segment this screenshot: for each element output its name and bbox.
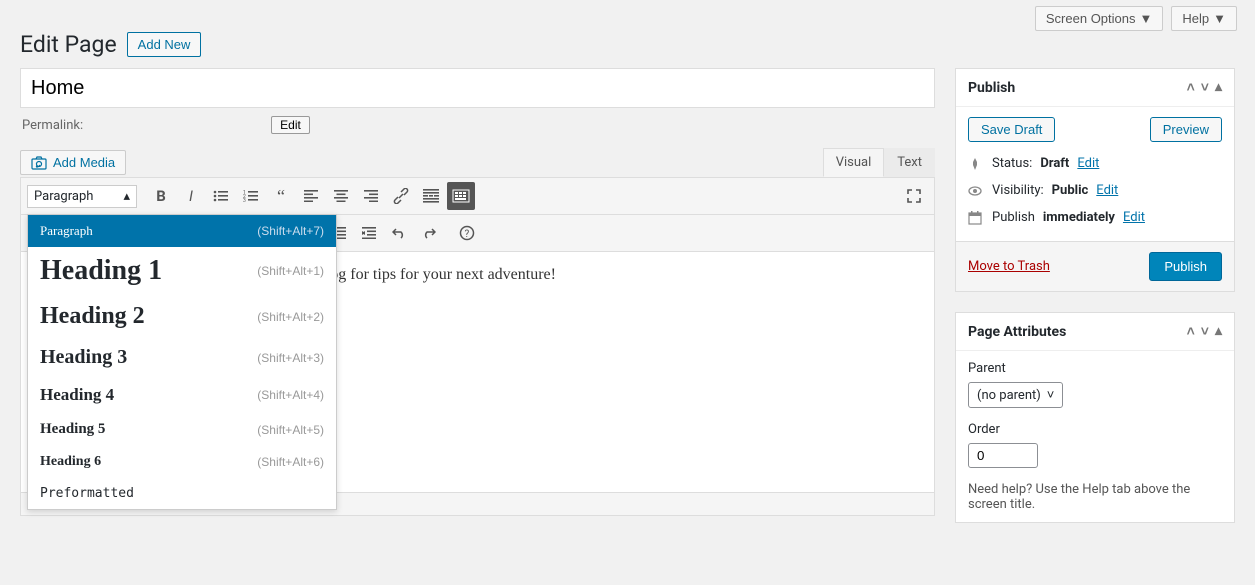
indent-button[interactable]: [355, 219, 383, 247]
undo-button[interactable]: [385, 219, 413, 247]
redo-button[interactable]: [415, 219, 443, 247]
format-option-heading-3[interactable]: Heading 3(Shift+Alt+3): [28, 338, 336, 377]
format-option-heading-1[interactable]: Heading 1(Shift+Alt+1): [28, 247, 336, 295]
keyboard-help-button[interactable]: ?: [453, 219, 481, 247]
align-right-button[interactable]: [357, 182, 385, 210]
add-new-button[interactable]: Add New: [127, 32, 202, 57]
status-edit-link[interactable]: Edit: [1077, 156, 1099, 171]
schedule-edit-link[interactable]: Edit: [1123, 210, 1145, 225]
parent-select[interactable]: (no parent) ˅: [968, 382, 1063, 408]
dropdown-icon: ▼: [1213, 11, 1226, 26]
format-option-heading-6[interactable]: Heading 6(Shift+Alt+6): [28, 446, 336, 478]
panel-up-icon[interactable]: ˄: [1187, 79, 1195, 96]
parent-label: Parent: [968, 361, 1222, 376]
panel-toggle-icon[interactable]: ▴: [1215, 79, 1222, 96]
permalink-label: Permalink:: [22, 118, 83, 133]
align-center-button[interactable]: [327, 182, 355, 210]
align-left-button[interactable]: [297, 182, 325, 210]
order-label: Order: [968, 422, 1222, 437]
move-to-trash-link[interactable]: Move to Trash: [968, 259, 1050, 274]
toolbar-toggle-button[interactable]: [447, 182, 475, 210]
tab-text[interactable]: Text: [884, 148, 935, 177]
panel-down-icon[interactable]: ˅: [1201, 79, 1209, 96]
format-dropdown[interactable]: Paragraph▴: [27, 185, 137, 208]
publish-panel-title: Publish: [968, 80, 1015, 96]
bold-button[interactable]: B: [147, 182, 175, 210]
calendar-icon: [968, 211, 984, 225]
read-more-button[interactable]: [417, 182, 445, 210]
panel-up-icon[interactable]: ˄: [1187, 323, 1195, 340]
format-option-heading-4[interactable]: Heading 4(Shift+Alt+4): [28, 377, 336, 413]
bullet-list-button[interactable]: [207, 182, 235, 210]
post-title-input[interactable]: [20, 68, 935, 108]
attributes-panel-title: Page Attributes: [968, 324, 1066, 340]
tab-visual[interactable]: Visual: [823, 148, 885, 177]
format-option-heading-5[interactable]: Heading 5(Shift+Alt+5): [28, 413, 336, 446]
panel-down-icon[interactable]: ˅: [1201, 323, 1209, 340]
italic-button[interactable]: I: [177, 182, 205, 210]
screen-options-button[interactable]: Screen Options ▼: [1035, 6, 1163, 31]
chevron-down-icon: ˅: [1047, 387, 1055, 403]
save-draft-button[interactable]: Save Draft: [968, 117, 1055, 142]
format-option-preformatted[interactable]: Preformatted: [28, 478, 336, 509]
format-option-heading-2[interactable]: Heading 2(Shift+Alt+2): [28, 295, 336, 338]
permalink-edit-button[interactable]: Edit: [271, 116, 310, 134]
fullscreen-button[interactable]: [900, 182, 928, 210]
svg-text:3: 3: [243, 198, 246, 203]
visibility-edit-link[interactable]: Edit: [1096, 183, 1118, 198]
attributes-help-text: Need help? Use the Help tab above the sc…: [968, 482, 1222, 512]
add-media-button[interactable]: Add Media: [20, 150, 126, 175]
help-button[interactable]: Help ▼: [1171, 6, 1237, 31]
page-title: Edit Page: [20, 31, 117, 58]
publish-button[interactable]: Publish: [1149, 252, 1222, 281]
camera-icon: [31, 156, 47, 170]
order-input[interactable]: [968, 443, 1038, 468]
eye-icon: [968, 186, 984, 196]
svg-text:?: ?: [465, 229, 470, 240]
format-dropdown-menu: Paragraph(Shift+Alt+7)Heading 1(Shift+Al…: [27, 214, 337, 510]
format-option-paragraph[interactable]: Paragraph(Shift+Alt+7): [28, 215, 336, 247]
dropdown-icon: ▴: [123, 189, 130, 204]
dropdown-icon: ▼: [1140, 11, 1153, 26]
numbered-list-button[interactable]: 123: [237, 182, 265, 210]
pin-icon: [968, 157, 984, 171]
panel-toggle-icon[interactable]: ▴: [1215, 323, 1222, 340]
preview-button[interactable]: Preview: [1150, 117, 1222, 142]
link-button[interactable]: [387, 182, 415, 210]
blockquote-button[interactable]: “: [267, 182, 295, 210]
